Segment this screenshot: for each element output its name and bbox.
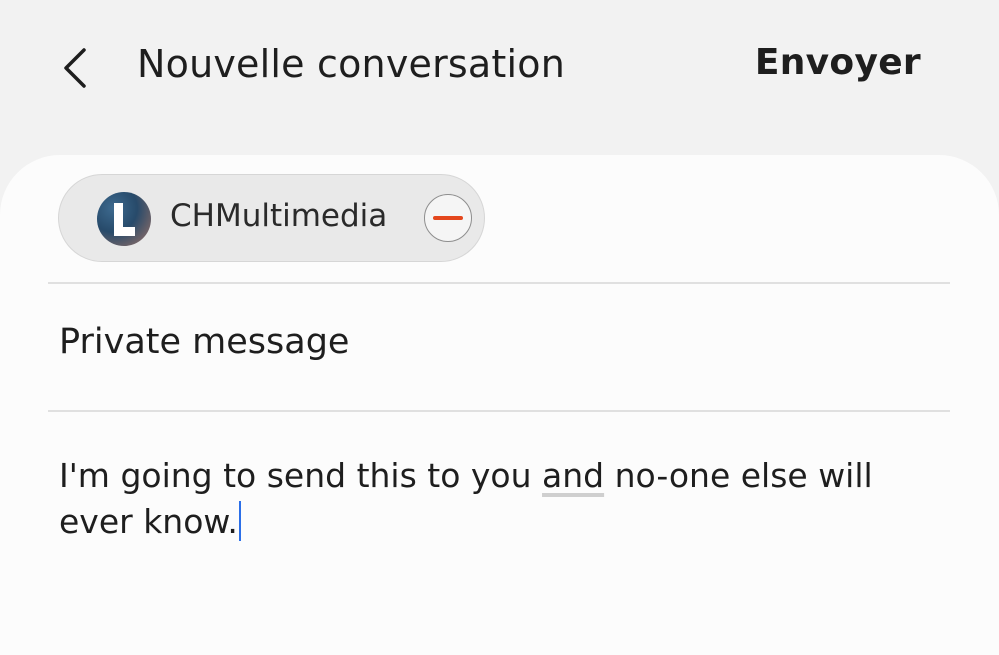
message-text-start: I'm going to send this to you [59,456,543,495]
text-caret [238,501,241,541]
page-title: Nouvelle conversation [137,42,565,86]
message-input[interactable]: I'm going to send this to you and no-one… [59,453,929,545]
divider [48,282,950,284]
recipient-name: CHMultimedia [170,198,388,234]
send-button[interactable]: Envoyer [755,42,921,83]
avatar [97,192,151,246]
compose-card: CHMultimedia Private message I'm going t… [0,155,999,655]
minus-circle-icon [433,216,463,220]
divider [48,410,950,412]
back-button[interactable] [50,42,100,94]
remove-recipient-button[interactable] [424,194,472,242]
recipient-chip[interactable]: CHMultimedia [58,174,485,262]
chevron-left-icon [64,48,86,88]
app-header: Nouvelle conversation Envoyer [0,0,999,155]
spellcheck-underlined-word: and [542,456,605,495]
subject-field[interactable]: Private message [59,322,349,362]
avatar-letter-icon [114,203,135,236]
